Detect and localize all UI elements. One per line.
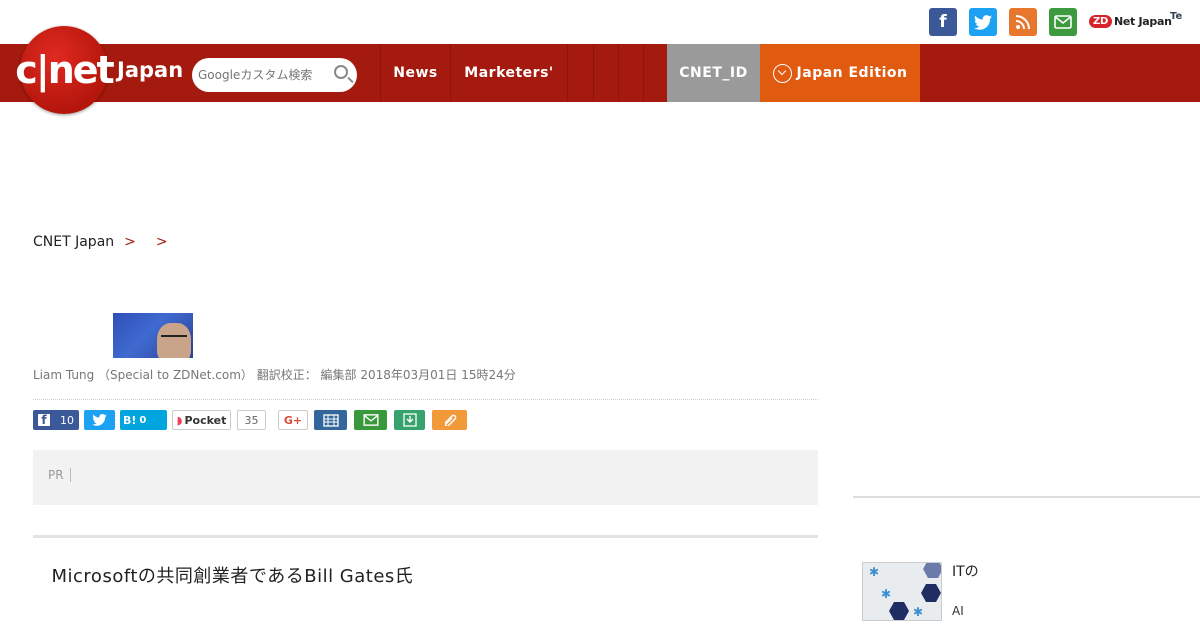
- star-icon: ✱: [913, 605, 924, 619]
- zdnet-japan-link[interactable]: ZD Net Japan: [1089, 9, 1172, 33]
- article-thumbnail[interactable]: [113, 313, 193, 358]
- paperclip-icon: [444, 414, 456, 426]
- search-icon[interactable]: [334, 65, 348, 79]
- nav-cnet-id[interactable]: CNET_ID: [667, 44, 760, 102]
- chevron-circle-icon: [772, 63, 792, 83]
- sidebar-item-image[interactable]: ✱ ✱ ✱: [862, 562, 942, 621]
- thumbnail-person: [157, 323, 191, 358]
- mail-icon: [362, 414, 379, 426]
- top-social-strip: f ZD Net Japan Te: [0, 0, 1200, 44]
- twitter-icon[interactable]: [969, 8, 997, 36]
- breadcrumb-separator: >: [124, 234, 136, 250]
- sidebar-item-title[interactable]: ITの: [952, 561, 979, 581]
- nav-item-1[interactable]: [567, 44, 593, 102]
- breadcrumb: CNET Japan > >: [33, 234, 178, 250]
- download-icon: [402, 413, 417, 427]
- facebook-icon: f: [38, 414, 50, 426]
- hex-shape: [921, 584, 941, 602]
- search-input[interactable]: [198, 62, 333, 88]
- pocket-label: Pocket: [184, 413, 227, 427]
- facebook-share-count: 10: [60, 413, 74, 427]
- nav-item-2[interactable]: [593, 44, 618, 102]
- share-twitter-button[interactable]: [84, 410, 115, 430]
- email-share-button[interactable]: [354, 410, 387, 430]
- byline-divider: [33, 399, 818, 400]
- share-google-plus-button[interactable]: G+: [278, 410, 308, 430]
- article-body: Microsoftの共同創業者であるBill Gates氏: [33, 566, 414, 587]
- nav-item-4[interactable]: [643, 44, 667, 102]
- sidebar-panel: ✱ ✱ ✱ ITの AI: [853, 496, 1200, 630]
- save-button[interactable]: [394, 410, 425, 430]
- article-byline: Liam Tung （Special to ZDNet.com） 翻訳校正： 編…: [33, 368, 516, 382]
- nav-item-3[interactable]: [618, 44, 643, 102]
- facebook-icon[interactable]: f: [929, 8, 957, 36]
- breadcrumb-home[interactable]: CNET Japan: [33, 234, 114, 250]
- print-button[interactable]: [314, 410, 347, 430]
- logo-text: c|net: [15, 48, 114, 92]
- nav-news[interactable]: News: [380, 44, 450, 102]
- star-icon: ✱: [881, 587, 892, 601]
- hex-shape: [889, 602, 909, 620]
- share-facebook-button[interactable]: f 10: [33, 410, 79, 430]
- nav-japan-edition[interactable]: Japan Edition: [760, 44, 920, 102]
- clip-button[interactable]: [432, 410, 467, 430]
- pocket-count: 35: [237, 410, 266, 430]
- search-box[interactable]: [192, 58, 357, 92]
- edition-label[interactable]: Japan: [117, 58, 183, 82]
- print-icon: [322, 413, 339, 427]
- twitter-icon: [92, 414, 107, 426]
- thumbnail-glasses: [161, 335, 187, 340]
- mail-icon[interactable]: [1049, 8, 1077, 36]
- share-pocket-button[interactable]: ◗ Pocket: [172, 410, 231, 430]
- rss-icon[interactable]: [1009, 8, 1037, 36]
- nav-marketers[interactable]: Marketers': [450, 44, 567, 102]
- sidebar-item-subtitle-2[interactable]: AI: [952, 604, 964, 618]
- hatena-label: B!: [123, 413, 137, 427]
- breadcrumb-separator: >: [155, 234, 168, 250]
- content-divider: [33, 535, 818, 538]
- pocket-icon: ◗: [176, 413, 183, 427]
- zdnet-text: Net Japan: [1113, 14, 1172, 28]
- pr-box[interactable]: PR: [33, 450, 818, 505]
- zdnet-badge: ZD: [1089, 14, 1112, 28]
- japan-edition-label: Japan Edition: [796, 65, 908, 81]
- hatena-count: 0: [139, 414, 147, 426]
- cnet-logo[interactable]: c|net: [15, 26, 115, 114]
- tech-link[interactable]: Te: [1170, 11, 1182, 22]
- pr-tag: PR: [48, 468, 71, 482]
- hex-shape: [923, 563, 941, 578]
- share-hatena-button[interactable]: B! 0: [120, 410, 167, 430]
- star-icon: ✱: [869, 565, 880, 579]
